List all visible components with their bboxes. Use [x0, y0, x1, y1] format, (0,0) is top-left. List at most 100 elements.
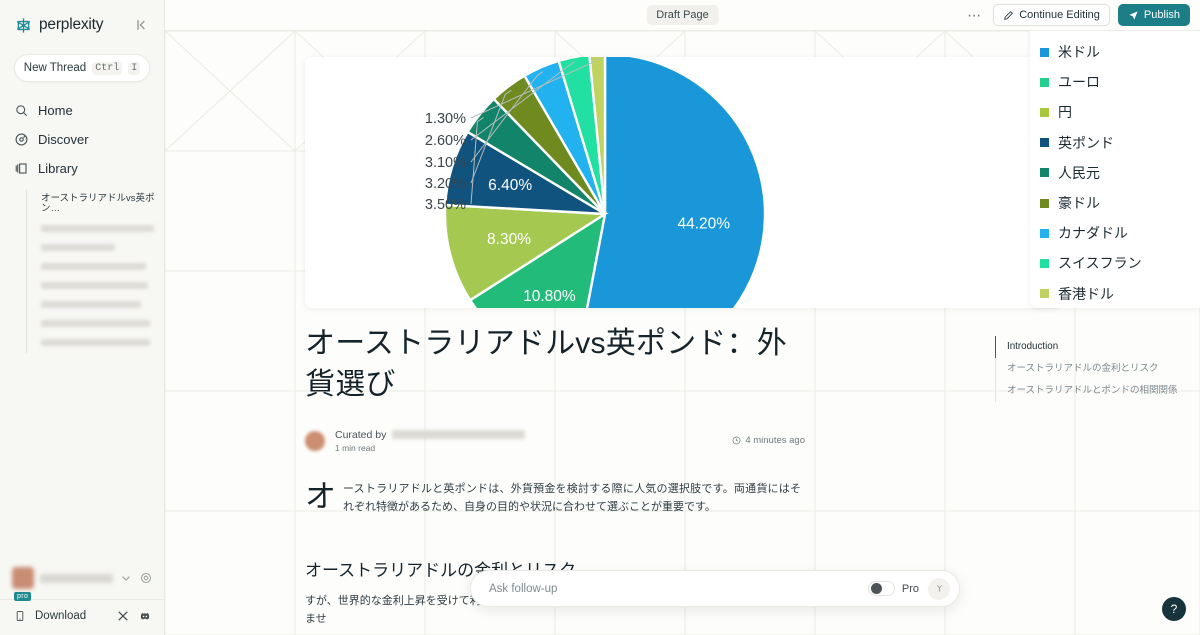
- chart-legend: 米ドルユーロ円英ポンド人民元豪ドルカナダドルスイスフラン 香港ドル: [1030, 31, 1200, 308]
- legend-label: 豪ドル: [1058, 195, 1100, 212]
- legend-item[interactable]: スイスフラン: [1040, 248, 1200, 278]
- mobile-icon: [16, 610, 24, 622]
- legend-item[interactable]: カナダドル: [1040, 218, 1200, 248]
- discord-icon[interactable]: [138, 609, 152, 623]
- legend-swatch-icon: [1040, 289, 1049, 299]
- page-scroll-area[interactable]: 44.20% 10.80% 8.30% 6.40% 3.50% 3.20% 3.10% 2.6…: [165, 31, 1200, 635]
- continue-editing-button[interactable]: Continue Editing: [993, 4, 1110, 26]
- timestamp: 4 minutes ago: [732, 435, 805, 446]
- new-thread-label: New Thread: [23, 62, 87, 74]
- legend-label: 米ドル: [1058, 44, 1100, 61]
- pie-slice-label: 3.50%: [425, 197, 466, 213]
- pie-slice-label: 3.20%: [425, 176, 466, 192]
- legend-swatch-icon: [1040, 107, 1049, 117]
- more-options-button[interactable]: ⋯: [964, 7, 985, 24]
- legend-item[interactable]: 香港ドル: [1040, 279, 1200, 309]
- legend-label: 香港ドル: [1058, 285, 1114, 302]
- list-item[interactable]: [37, 220, 164, 239]
- table-of-contents: Introduction オーストラリアドルの金利とリスク オーストラリアドルと…: [995, 336, 1200, 402]
- toc-item-correlation[interactable]: オーストラリアドルとポンドの相関関係: [995, 380, 1200, 402]
- legend-label: ユーロ: [1058, 74, 1100, 91]
- list-item[interactable]: [37, 334, 164, 353]
- ask-followup-bar[interactable]: Pro: [470, 570, 960, 607]
- legend-swatch-icon: [1040, 77, 1049, 87]
- publish-label: Publish: [1143, 9, 1180, 21]
- download-row[interactable]: Download: [0, 600, 165, 635]
- pie-slice-label: 6.40%: [488, 177, 532, 194]
- legend-item[interactable]: 円: [1040, 97, 1200, 127]
- pie-slice-label: 44.20%: [677, 215, 730, 232]
- new-thread-button[interactable]: New Thread Ctrl I: [14, 54, 150, 82]
- sidebar-item-library[interactable]: Library: [0, 154, 164, 183]
- avatar: [305, 430, 325, 451]
- sidebar-footer: pro Download: [0, 559, 165, 635]
- brand-logo[interactable]: perplexity: [14, 16, 104, 35]
- legend-swatch-icon: [1040, 138, 1049, 148]
- pie-slice-label: 10.80%: [523, 288, 576, 305]
- intro-paragraph: オーストラリアドルと英ポンドは、外貨預金を検討する際に人気の選択肢です。両通貨に…: [305, 481, 801, 517]
- sidebar: perplexity New Thread Ctrl I Home Discov…: [0, 0, 165, 635]
- pie-chart: 44.20% 10.80% 8.30% 6.40% 3.50% 3.20% 3.10% 2.6…: [425, 57, 767, 308]
- legend-label: スイスフラン: [1058, 255, 1142, 272]
- thread-list: オーストラリアドルvs英ポン…: [26, 189, 164, 353]
- legend-item[interactable]: 豪ドル: [1040, 188, 1200, 218]
- legend-item[interactable]: ユーロ: [1040, 67, 1200, 97]
- perplexity-logo-icon: [16, 17, 31, 33]
- app-root: perplexity New Thread Ctrl I Home Discov…: [0, 0, 1200, 635]
- sidebar-item-discover[interactable]: Discover: [0, 125, 164, 154]
- legend-label: 円: [1058, 104, 1072, 121]
- intro-text: ーストラリアドルと英ポンドは、外貨預金を検討する際に人気の選択肢です。両通貨には…: [343, 482, 801, 513]
- drop-cap: オ: [305, 478, 336, 514]
- list-item[interactable]: [37, 315, 164, 334]
- legend-swatch-icon: [1040, 228, 1049, 238]
- search-icon: [16, 105, 28, 117]
- pencil-icon: [1004, 10, 1014, 20]
- byline: Curated by 1 min read 4 minutes ago: [305, 429, 805, 453]
- help-button[interactable]: ?: [1162, 597, 1186, 621]
- toc-item-introduction[interactable]: Introduction: [995, 336, 1200, 359]
- search-input[interactable]: [489, 582, 868, 595]
- send-icon: [1129, 10, 1138, 20]
- sidebar-item-library-label: Library: [38, 161, 78, 176]
- legend-swatch-icon: [1040, 168, 1049, 178]
- legend-item[interactable]: 人民元: [1040, 158, 1200, 188]
- sidebar-item-home[interactable]: Home: [0, 96, 164, 125]
- list-item[interactable]: [37, 258, 164, 277]
- continue-editing-label: Continue Editing: [1019, 9, 1100, 21]
- curator-name: [392, 430, 526, 440]
- legend-label: 英ポンド: [1058, 134, 1114, 151]
- library-icon: [15, 163, 27, 174]
- user-name: [40, 573, 113, 583]
- avatar: [12, 567, 34, 589]
- x-twitter-icon[interactable]: [116, 609, 130, 623]
- compass-icon: [15, 133, 28, 146]
- brand-name: perplexity: [39, 16, 104, 33]
- topbar: Draft Page ⋯ Continue Editing Publish: [165, 0, 1200, 31]
- publish-button[interactable]: Publish: [1117, 4, 1190, 26]
- read-time: 1 min read: [335, 442, 376, 453]
- pro-badge: pro: [14, 592, 32, 601]
- draft-page-chip[interactable]: Draft Page: [646, 5, 719, 25]
- sidebar-nav: Home Discover Library: [0, 96, 164, 183]
- sidebar-item-discover-label: Discover: [38, 132, 89, 147]
- pro-toggle[interactable]: [867, 581, 895, 596]
- panel-collapse-icon[interactable]: [134, 17, 150, 33]
- toc-item-rates[interactable]: オーストラリアドルの金利とリスク: [995, 358, 1200, 381]
- main-content: Draft Page ⋯ Continue Editing Publish 44…: [165, 0, 1200, 635]
- page-title: オーストラリアドルvs英ポンド：外貨選び: [305, 327, 787, 402]
- curated-by-label: Curated by: [335, 428, 387, 441]
- legend-item[interactable]: 英ポンド: [1040, 128, 1200, 158]
- chevron-down-icon[interactable]: [119, 571, 133, 585]
- list-item[interactable]: [37, 296, 164, 315]
- list-item[interactable]: [37, 239, 164, 258]
- download-label: Download: [35, 610, 87, 622]
- attachment-button[interactable]: [928, 577, 950, 600]
- gear-icon[interactable]: [139, 571, 153, 585]
- legend-item[interactable]: 米ドル: [1040, 37, 1200, 67]
- list-item[interactable]: [37, 277, 164, 296]
- list-item[interactable]: オーストラリアドルvs英ポン…: [37, 189, 164, 220]
- shortcut-ctrl: Ctrl: [92, 61, 123, 75]
- pie-slice-label: 2.60%: [425, 133, 466, 149]
- sidebar-item-home-label: Home: [38, 103, 73, 118]
- toggle-knob: [870, 583, 882, 594]
